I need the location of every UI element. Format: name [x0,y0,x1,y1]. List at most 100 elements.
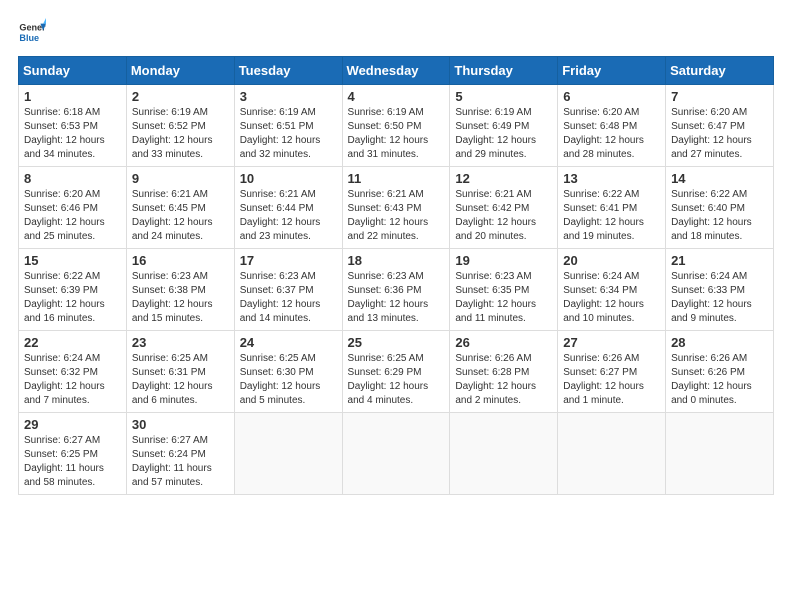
day-info: Sunrise: 6:19 AM Sunset: 6:49 PM Dayligh… [455,106,552,162]
day-number: 17 [240,253,337,268]
day-info: Sunrise: 6:25 AM Sunset: 6:29 PM Dayligh… [348,352,445,408]
day-number: 24 [240,335,337,350]
weekday-header-sunday: Sunday [19,57,127,85]
day-number: 16 [132,253,229,268]
week-row-3: 15Sunrise: 6:22 AM Sunset: 6:39 PM Dayli… [19,249,774,331]
calendar-cell: 20 Sunrise: 6:24 AM Sunset: 6:34 PM Dayli… [558,249,666,331]
day-info: Sunrise: 6:27 AM Sunset: 6:24 PM Dayligh… [132,434,229,490]
day-number: 30 [132,417,229,432]
day-info: Sunrise: 6:24 AM Sunset: 6:33 PM Dayligh… [671,270,768,326]
calendar-cell: 16 Sunrise: 6:23 AM Sunset: 6:38 PM Dayli… [126,249,234,331]
day-info: Sunrise: 6:26 AM Sunset: 6:28 PM Dayligh… [455,352,552,408]
calendar-cell: 21 Sunrise: 6:24 AM Sunset: 6:33 PM Dayli… [666,249,774,331]
calendar-cell: 7 Sunrise: 6:20 AM Sunset: 6:47 PM Daylig… [666,85,774,167]
calendar-cell: 8Sunrise: 6:20 AM Sunset: 6:46 PM Daylig… [19,167,127,249]
day-info: Sunrise: 6:19 AM Sunset: 6:51 PM Dayligh… [240,106,337,162]
day-number: 7 [671,89,768,104]
calendar-cell [342,413,450,495]
calendar-cell: 27 Sunrise: 6:26 AM Sunset: 6:27 PM Dayli… [558,331,666,413]
day-info: Sunrise: 6:26 AM Sunset: 6:27 PM Dayligh… [563,352,660,408]
day-number: 3 [240,89,337,104]
calendar-cell: 29Sunrise: 6:27 AM Sunset: 6:25 PM Dayli… [19,413,127,495]
calendar-cell: 19Sunrise: 6:23 AM Sunset: 6:35 PM Dayli… [450,249,558,331]
day-info: Sunrise: 6:21 AM Sunset: 6:45 PM Dayligh… [132,188,229,244]
day-number: 20 [563,253,660,268]
calendar-cell: 18 Sunrise: 6:23 AM Sunset: 6:36 PM Dayli… [342,249,450,331]
day-number: 6 [563,89,660,104]
calendar-cell: 15Sunrise: 6:22 AM Sunset: 6:39 PM Dayli… [19,249,127,331]
calendar-cell: 25 Sunrise: 6:25 AM Sunset: 6:29 PM Dayli… [342,331,450,413]
weekday-header-wednesday: Wednesday [342,57,450,85]
day-info: Sunrise: 6:23 AM Sunset: 6:35 PM Dayligh… [455,270,552,326]
day-number: 2 [132,89,229,104]
day-number: 9 [132,171,229,186]
calendar-cell: 10 Sunrise: 6:21 AM Sunset: 6:44 PM Dayli… [234,167,342,249]
day-info: Sunrise: 6:20 AM Sunset: 6:47 PM Dayligh… [671,106,768,162]
day-info: Sunrise: 6:25 AM Sunset: 6:31 PM Dayligh… [132,352,229,408]
day-info: Sunrise: 6:24 AM Sunset: 6:34 PM Dayligh… [563,270,660,326]
day-info: Sunrise: 6:22 AM Sunset: 6:40 PM Dayligh… [671,188,768,244]
calendar-cell: 5 Sunrise: 6:19 AM Sunset: 6:49 PM Daylig… [450,85,558,167]
day-number: 10 [240,171,337,186]
week-row-2: 8Sunrise: 6:20 AM Sunset: 6:46 PM Daylig… [19,167,774,249]
calendar-cell: 14 Sunrise: 6:22 AM Sunset: 6:40 PM Dayli… [666,167,774,249]
day-number: 25 [348,335,445,350]
calendar-cell: 28 Sunrise: 6:26 AM Sunset: 6:26 PM Dayli… [666,331,774,413]
day-info: Sunrise: 6:21 AM Sunset: 6:42 PM Dayligh… [455,188,552,244]
day-number: 14 [671,171,768,186]
day-number: 18 [348,253,445,268]
calendar-cell: 11 Sunrise: 6:21 AM Sunset: 6:43 PM Dayli… [342,167,450,249]
day-number: 28 [671,335,768,350]
day-info: Sunrise: 6:24 AM Sunset: 6:32 PM Dayligh… [24,352,121,408]
calendar-cell: 3 Sunrise: 6:19 AM Sunset: 6:51 PM Daylig… [234,85,342,167]
day-info: Sunrise: 6:27 AM Sunset: 6:25 PM Dayligh… [24,434,121,490]
day-info: Sunrise: 6:22 AM Sunset: 6:41 PM Dayligh… [563,188,660,244]
day-info: Sunrise: 6:19 AM Sunset: 6:52 PM Dayligh… [132,106,229,162]
calendar-cell: 4 Sunrise: 6:19 AM Sunset: 6:50 PM Daylig… [342,85,450,167]
day-number: 11 [348,171,445,186]
day-info: Sunrise: 6:23 AM Sunset: 6:38 PM Dayligh… [132,270,229,326]
day-number: 4 [348,89,445,104]
calendar-cell: 30 Sunrise: 6:27 AM Sunset: 6:24 PM Dayli… [126,413,234,495]
day-info: Sunrise: 6:21 AM Sunset: 6:43 PM Dayligh… [348,188,445,244]
day-info: Sunrise: 6:20 AM Sunset: 6:48 PM Dayligh… [563,106,660,162]
calendar-cell: 1 Sunrise: 6:18 AM Sunset: 6:53 PM Daylig… [19,85,127,167]
calendar-cell [666,413,774,495]
calendar-cell: 2 Sunrise: 6:19 AM Sunset: 6:52 PM Daylig… [126,85,234,167]
day-number: 5 [455,89,552,104]
calendar-cell: 6 Sunrise: 6:20 AM Sunset: 6:48 PM Daylig… [558,85,666,167]
day-number: 8 [24,171,121,186]
week-row-4: 22Sunrise: 6:24 AM Sunset: 6:32 PM Dayli… [19,331,774,413]
day-info: Sunrise: 6:18 AM Sunset: 6:53 PM Dayligh… [24,106,121,162]
day-info: Sunrise: 6:19 AM Sunset: 6:50 PM Dayligh… [348,106,445,162]
day-number: 21 [671,253,768,268]
weekday-header-thursday: Thursday [450,57,558,85]
calendar-cell: 9 Sunrise: 6:21 AM Sunset: 6:45 PM Daylig… [126,167,234,249]
weekday-header-friday: Friday [558,57,666,85]
logo-icon: General Blue [18,18,46,46]
day-info: Sunrise: 6:21 AM Sunset: 6:44 PM Dayligh… [240,188,337,244]
day-number: 26 [455,335,552,350]
calendar-cell: 17Sunrise: 6:23 AM Sunset: 6:37 PM Dayli… [234,249,342,331]
calendar-cell: 22Sunrise: 6:24 AM Sunset: 6:32 PM Dayli… [19,331,127,413]
week-row-5: 29Sunrise: 6:27 AM Sunset: 6:25 PM Dayli… [19,413,774,495]
day-info: Sunrise: 6:26 AM Sunset: 6:26 PM Dayligh… [671,352,768,408]
week-row-1: 1 Sunrise: 6:18 AM Sunset: 6:53 PM Daylig… [19,85,774,167]
weekday-header-saturday: Saturday [666,57,774,85]
calendar-cell [450,413,558,495]
day-info: Sunrise: 6:23 AM Sunset: 6:36 PM Dayligh… [348,270,445,326]
day-number: 12 [455,171,552,186]
day-number: 13 [563,171,660,186]
calendar-cell: 13 Sunrise: 6:22 AM Sunset: 6:41 PM Dayli… [558,167,666,249]
calendar-cell: 24Sunrise: 6:25 AM Sunset: 6:30 PM Dayli… [234,331,342,413]
day-number: 27 [563,335,660,350]
day-number: 15 [24,253,121,268]
calendar-cell: 12 Sunrise: 6:21 AM Sunset: 6:42 PM Dayli… [450,167,558,249]
weekday-header-row: SundayMondayTuesdayWednesdayThursdayFrid… [19,57,774,85]
calendar-cell: 26 Sunrise: 6:26 AM Sunset: 6:28 PM Dayli… [450,331,558,413]
calendar-cell: 23 Sunrise: 6:25 AM Sunset: 6:31 PM Dayli… [126,331,234,413]
weekday-header-monday: Monday [126,57,234,85]
weekday-header-tuesday: Tuesday [234,57,342,85]
day-number: 23 [132,335,229,350]
day-number: 1 [24,89,121,104]
